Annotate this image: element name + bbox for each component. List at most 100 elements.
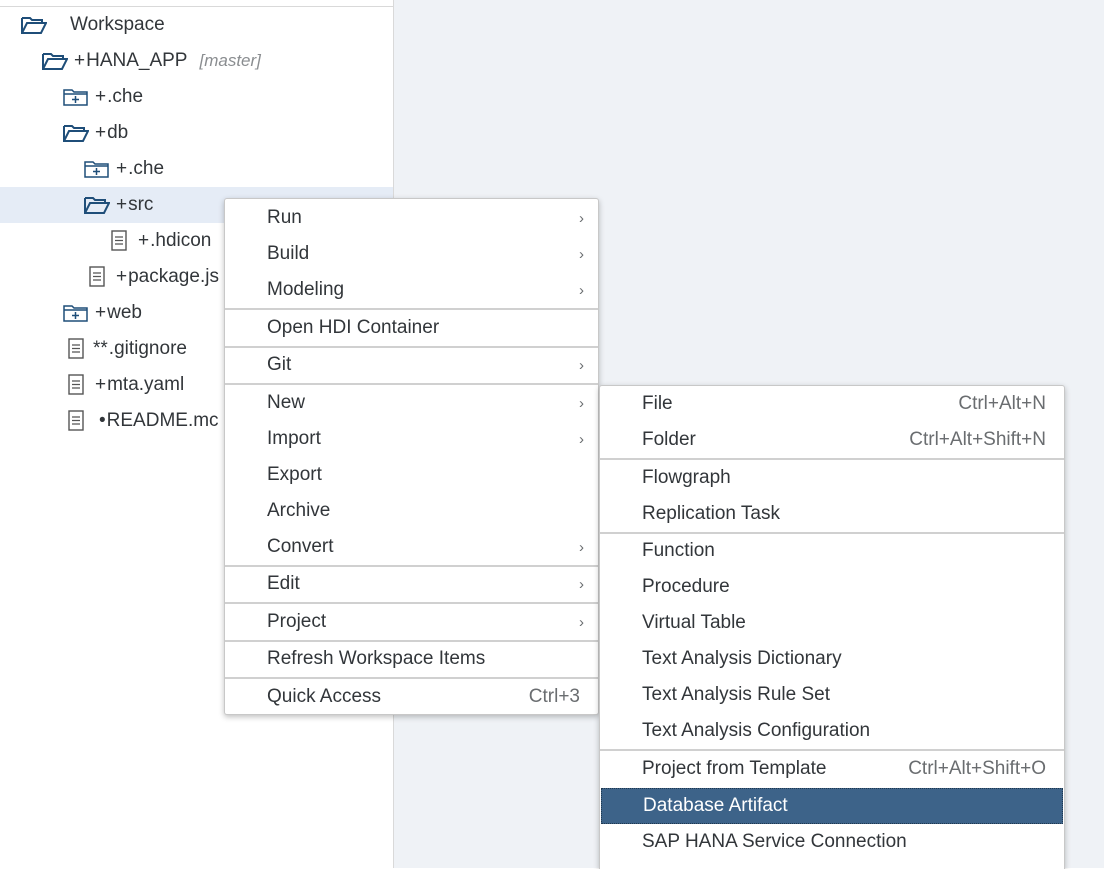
tree-item-che[interactable]: + .che bbox=[0, 79, 393, 115]
menu-item-refresh-workspace-items[interactable]: Refresh Workspace Items bbox=[225, 641, 598, 677]
menu-item-label: Archive bbox=[267, 500, 331, 521]
chevron-right-icon: › bbox=[579, 538, 584, 556]
menu-item-build[interactable]: Build › bbox=[225, 236, 598, 272]
folder-open-icon bbox=[42, 50, 68, 72]
folder-plus-icon bbox=[63, 86, 89, 108]
git-status-marker: + bbox=[95, 374, 107, 395]
keyboard-shortcut: Ctrl+Alt+Shift+O bbox=[908, 758, 1046, 779]
folder-plus-icon bbox=[84, 158, 110, 180]
submenu-item-text-analysis-configuration[interactable]: Text Analysis Configuration bbox=[600, 713, 1064, 749]
chevron-right-icon: › bbox=[579, 209, 584, 227]
tree-item-workspace[interactable]: Workspace bbox=[0, 7, 393, 43]
tree-item-label: package.js bbox=[128, 266, 219, 287]
submenu-item-project-from-template[interactable]: Project from Template Ctrl+Alt+Shift+O bbox=[600, 751, 1064, 787]
menu-item-label: Virtual Table bbox=[642, 612, 746, 633]
submenu-item-function[interactable]: Function bbox=[600, 533, 1064, 569]
git-status-marker: • bbox=[99, 410, 106, 431]
menu-item-convert[interactable]: Convert › bbox=[225, 529, 598, 565]
menu-item-label: Text Analysis Dictionary bbox=[642, 648, 842, 669]
menu-item-git[interactable]: Git › bbox=[225, 347, 598, 383]
menu-item-label: Import bbox=[267, 428, 321, 449]
submenu-item-replication-task[interactable]: Replication Task bbox=[600, 496, 1064, 532]
chevron-right-icon: › bbox=[579, 356, 584, 374]
submenu-item-sap-hana-service-connection[interactable]: SAP HANA Service Connection bbox=[600, 824, 1064, 860]
menu-item-edit[interactable]: Edit › bbox=[225, 566, 598, 602]
keyboard-shortcut: Ctrl+3 bbox=[528, 686, 580, 707]
menu-item-label: Text Analysis Configuration bbox=[642, 720, 871, 741]
git-status-marker: + bbox=[116, 194, 128, 215]
menu-item-modeling[interactable]: Modeling › bbox=[225, 272, 598, 308]
tree-item-label: db bbox=[107, 122, 129, 143]
tree-item-hana-app[interactable]: + HANA_APP [master] bbox=[0, 43, 393, 79]
submenu-item-text-analysis-rule-set[interactable]: Text Analysis Rule Set bbox=[600, 677, 1064, 713]
menu-item-project[interactable]: Project › bbox=[225, 604, 598, 640]
menu-item-label: Database Artifact bbox=[643, 795, 788, 816]
menu-item-run[interactable]: Run › bbox=[225, 200, 598, 236]
menu-item-label: File bbox=[642, 393, 673, 414]
chevron-right-icon: › bbox=[579, 281, 584, 299]
document-icon bbox=[106, 230, 132, 252]
menu-item-label: Quick Access bbox=[267, 686, 382, 707]
tree-item-label: web bbox=[107, 302, 142, 323]
tree-item-label: .che bbox=[128, 158, 165, 179]
git-status-marker: + bbox=[95, 302, 107, 323]
submenu-item-virtual-table[interactable]: Virtual Table bbox=[600, 605, 1064, 641]
submenu-item-text-analysis-dictionary[interactable]: Text Analysis Dictionary bbox=[600, 641, 1064, 677]
git-status-marker: ** bbox=[93, 338, 108, 359]
tree-item-label: .che bbox=[107, 86, 144, 107]
keyboard-shortcut: Ctrl+Alt+Shift+N bbox=[909, 429, 1046, 450]
document-icon bbox=[63, 410, 89, 432]
menu-item-label: Convert bbox=[267, 536, 334, 557]
tree-item-label: src bbox=[128, 194, 154, 215]
submenu-item-database-artifact[interactable]: Database Artifact bbox=[601, 788, 1063, 824]
keyboard-shortcut: Ctrl+Alt+N bbox=[958, 393, 1046, 414]
tree-item-label: .gitignore bbox=[108, 338, 187, 359]
git-status-marker: + bbox=[138, 230, 150, 251]
chevron-right-icon: › bbox=[579, 575, 584, 593]
menu-item-quick-access[interactable]: Quick Access Ctrl+3 bbox=[225, 679, 598, 715]
submenu-item-procedure[interactable]: Procedure bbox=[600, 569, 1064, 605]
menu-item-label: Replication Task bbox=[642, 503, 781, 524]
menu-item-label: Flowgraph bbox=[642, 467, 731, 488]
git-status-marker: + bbox=[95, 122, 107, 143]
document-icon bbox=[63, 338, 89, 360]
menu-item-label: Modeling bbox=[267, 279, 345, 300]
menu-item-new[interactable]: New › bbox=[225, 385, 598, 421]
git-status-marker: + bbox=[74, 50, 86, 71]
menu-item-label: SAP HANA Service Connection bbox=[642, 831, 907, 852]
context-menu: Run › Build › Modeling › Open HDI Contai… bbox=[224, 198, 599, 715]
menu-item-label: Project from Template bbox=[642, 758, 827, 779]
submenu-item-flowgraph[interactable]: Flowgraph bbox=[600, 460, 1064, 496]
submenu-item-file[interactable]: File Ctrl+Alt+N bbox=[600, 386, 1064, 422]
tree-item-label: Workspace bbox=[70, 14, 165, 35]
document-icon bbox=[63, 374, 89, 396]
menu-item-label: Export bbox=[267, 464, 322, 485]
menu-item-label: Function bbox=[642, 540, 715, 561]
chevron-right-icon: › bbox=[579, 394, 584, 412]
tree-item-label: README.mc bbox=[106, 410, 219, 431]
document-icon bbox=[84, 266, 110, 288]
new-submenu: File Ctrl+Alt+N Folder Ctrl+Alt+Shift+N … bbox=[599, 385, 1065, 869]
git-status-marker: + bbox=[116, 158, 128, 179]
folder-open-icon bbox=[63, 122, 89, 144]
chevron-right-icon: › bbox=[579, 430, 584, 448]
tree-item-db[interactable]: + db bbox=[0, 115, 393, 151]
menu-item-label: Open HDI Container bbox=[267, 317, 440, 338]
tree-item-db-che[interactable]: + .che bbox=[0, 151, 393, 187]
menu-item-label: Project bbox=[267, 611, 327, 632]
menu-item-label: Procedure bbox=[642, 576, 730, 597]
git-branch-label: [master] bbox=[199, 51, 261, 70]
menu-item-open-hdi-container[interactable]: Open HDI Container bbox=[225, 310, 598, 346]
folder-plus-icon bbox=[63, 302, 89, 324]
menu-item-label: Git bbox=[267, 354, 292, 375]
menu-item-label: Folder bbox=[642, 429, 696, 450]
menu-item-import[interactable]: Import › bbox=[225, 421, 598, 457]
tree-item-label: .hdicon bbox=[150, 230, 212, 251]
git-status-marker: + bbox=[95, 86, 107, 107]
menu-item-archive[interactable]: Archive bbox=[225, 493, 598, 529]
tree-item-label: HANA_APP bbox=[86, 50, 188, 71]
submenu-item-folder[interactable]: Folder Ctrl+Alt+Shift+N bbox=[600, 422, 1064, 458]
menu-item-export[interactable]: Export bbox=[225, 457, 598, 493]
chevron-right-icon: › bbox=[579, 245, 584, 263]
menu-item-label: Refresh Workspace Items bbox=[267, 648, 486, 669]
